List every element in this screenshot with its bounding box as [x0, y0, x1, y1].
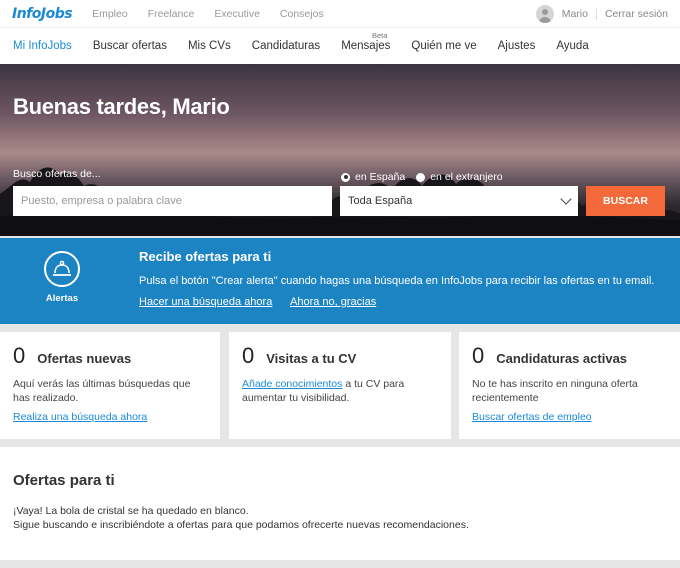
nav-item-mensajes[interactable]: Mensajes Beta: [334, 28, 397, 64]
location-select[interactable]: Toda España: [340, 186, 578, 216]
main-nav: Mi InfoJobs Buscar ofertas Mis CVs Candi…: [0, 28, 680, 64]
search-now-link[interactable]: Hacer una búsqueda ahora: [139, 296, 272, 308]
location-scope-radios: en España en el extranjero: [341, 171, 514, 183]
radio-spain[interactable]: [341, 172, 350, 182]
infojobs-logo[interactable]: InfoJobs: [12, 6, 73, 22]
radio-abroad-label[interactable]: en el extranjero: [430, 171, 502, 183]
location-select-value: Toda España: [348, 195, 413, 207]
nav-label: Ayuda: [556, 40, 589, 52]
stat-count: 0: [472, 343, 485, 368]
card-title: Ofertas nuevas: [37, 351, 132, 366]
nav-item-candidaturas[interactable]: Candidaturas: [245, 28, 327, 64]
card-title: Visitas a tu CV: [266, 351, 357, 366]
add-skills-link[interactable]: Añade conocimientos: [242, 378, 342, 390]
alert-banner: Alertas Recibe ofertas para ti Pulsa el …: [0, 238, 680, 324]
radio-abroad[interactable]: [416, 172, 426, 182]
nav-item-ayuda[interactable]: Ayuda: [549, 28, 595, 64]
card-header: 0 Candidaturas activas: [472, 343, 667, 369]
logout-link[interactable]: Cerrar sesión: [605, 8, 668, 20]
section-title: Ofertas para ti: [13, 472, 115, 489]
stat-count: 0: [13, 343, 26, 368]
search-button[interactable]: BUSCAR: [586, 186, 665, 216]
empty-state-text: ¡Vaya! La bola de cristal se ha quedado …: [13, 504, 667, 532]
nav-label: Mis CVs: [187, 40, 231, 52]
alert-description: Pulsa el botón "Crear alerta" cuando hag…: [139, 275, 655, 287]
nav-label: Mi InfoJobs: [13, 40, 72, 52]
nav-label: Candidaturas: [251, 40, 321, 52]
search-jobs-link[interactable]: Buscar ofertas de empleo: [472, 411, 592, 423]
alert-title: Recibe ofertas para ti: [139, 249, 272, 264]
top-bar: InfoJobs Empleo Freelance Executive Cons…: [0, 0, 680, 28]
card-text: Añade conocimientos a tu CV para aumenta…: [242, 378, 438, 405]
user-name[interactable]: Mario: [562, 8, 588, 20]
top-link-consejos[interactable]: Consejos: [280, 8, 324, 20]
dismiss-link[interactable]: Ahora no, gracias: [290, 296, 376, 308]
stat-card-cv-visits: 0 Visitas a tu CV Añade conocimientos a …: [229, 332, 451, 439]
radio-spain-label[interactable]: en España: [355, 171, 405, 183]
nav-label: Quién me ve: [411, 40, 477, 52]
search-label: Busco ofertas de...: [13, 168, 101, 180]
service-bell-icon: [44, 251, 80, 287]
greeting-title: Buenas tardes, Mario: [13, 94, 230, 119]
keyword-search-input[interactable]: [13, 186, 332, 216]
top-links: Empleo Freelance Executive Consejos: [92, 8, 344, 20]
nav-item-mis-cvs[interactable]: Mis CVs: [181, 28, 238, 64]
card-text: No te has inscrito en ninguna oferta rec…: [472, 378, 638, 404]
empty-state-line-2: Sigue buscando e inscribiéndote a oferta…: [13, 519, 469, 531]
nav-label: Mensajes: [341, 40, 391, 52]
chevron-down-icon: [560, 193, 572, 205]
user-avatar-icon[interactable]: [535, 4, 554, 23]
nav-label: Buscar ofertas: [92, 40, 167, 52]
top-link-empleo[interactable]: Empleo: [92, 8, 128, 20]
alert-icon-label: Alertas: [45, 293, 79, 304]
nav-label: Ajustes: [497, 40, 536, 52]
stat-count: 0: [242, 343, 255, 368]
search-now-card-link[interactable]: Realiza una búsqueda ahora: [13, 411, 147, 423]
offers-for-you-section: Ofertas para ti ¡Vaya! La bola de crista…: [0, 447, 680, 560]
nav-item-ajustes[interactable]: Ajustes: [491, 28, 543, 64]
nav-item-quien-me-ve[interactable]: Quién me ve: [404, 28, 483, 64]
beta-badge: Beta: [371, 31, 388, 40]
card-title: Candidaturas activas: [496, 351, 628, 366]
top-link-executive[interactable]: Executive: [214, 8, 260, 20]
user-area: Mario Cerrar sesión: [535, 4, 668, 23]
divider: [595, 7, 597, 20]
card-header: 0 Visitas a tu CV: [242, 343, 438, 369]
stat-card-active-applications: 0 Candidaturas activas No te has inscrit…: [459, 332, 680, 439]
top-link-freelance[interactable]: Freelance: [148, 8, 195, 20]
empty-state-line-1: ¡Vaya! La bola de cristal se ha quedado …: [13, 505, 249, 517]
nav-item-buscar-ofertas[interactable]: Buscar ofertas: [86, 28, 174, 64]
card-header: 0 Ofertas nuevas: [13, 343, 207, 369]
card-text: Aquí verás las últimas búsquedas que has…: [13, 378, 191, 404]
nav-item-mi-infojobs[interactable]: Mi InfoJobs: [6, 28, 79, 64]
hero-search: Buenas tardes, Mario Busco ofertas de...…: [0, 64, 680, 236]
stat-card-new-offers: 0 Ofertas nuevas Aquí verás las últimas …: [0, 332, 220, 439]
